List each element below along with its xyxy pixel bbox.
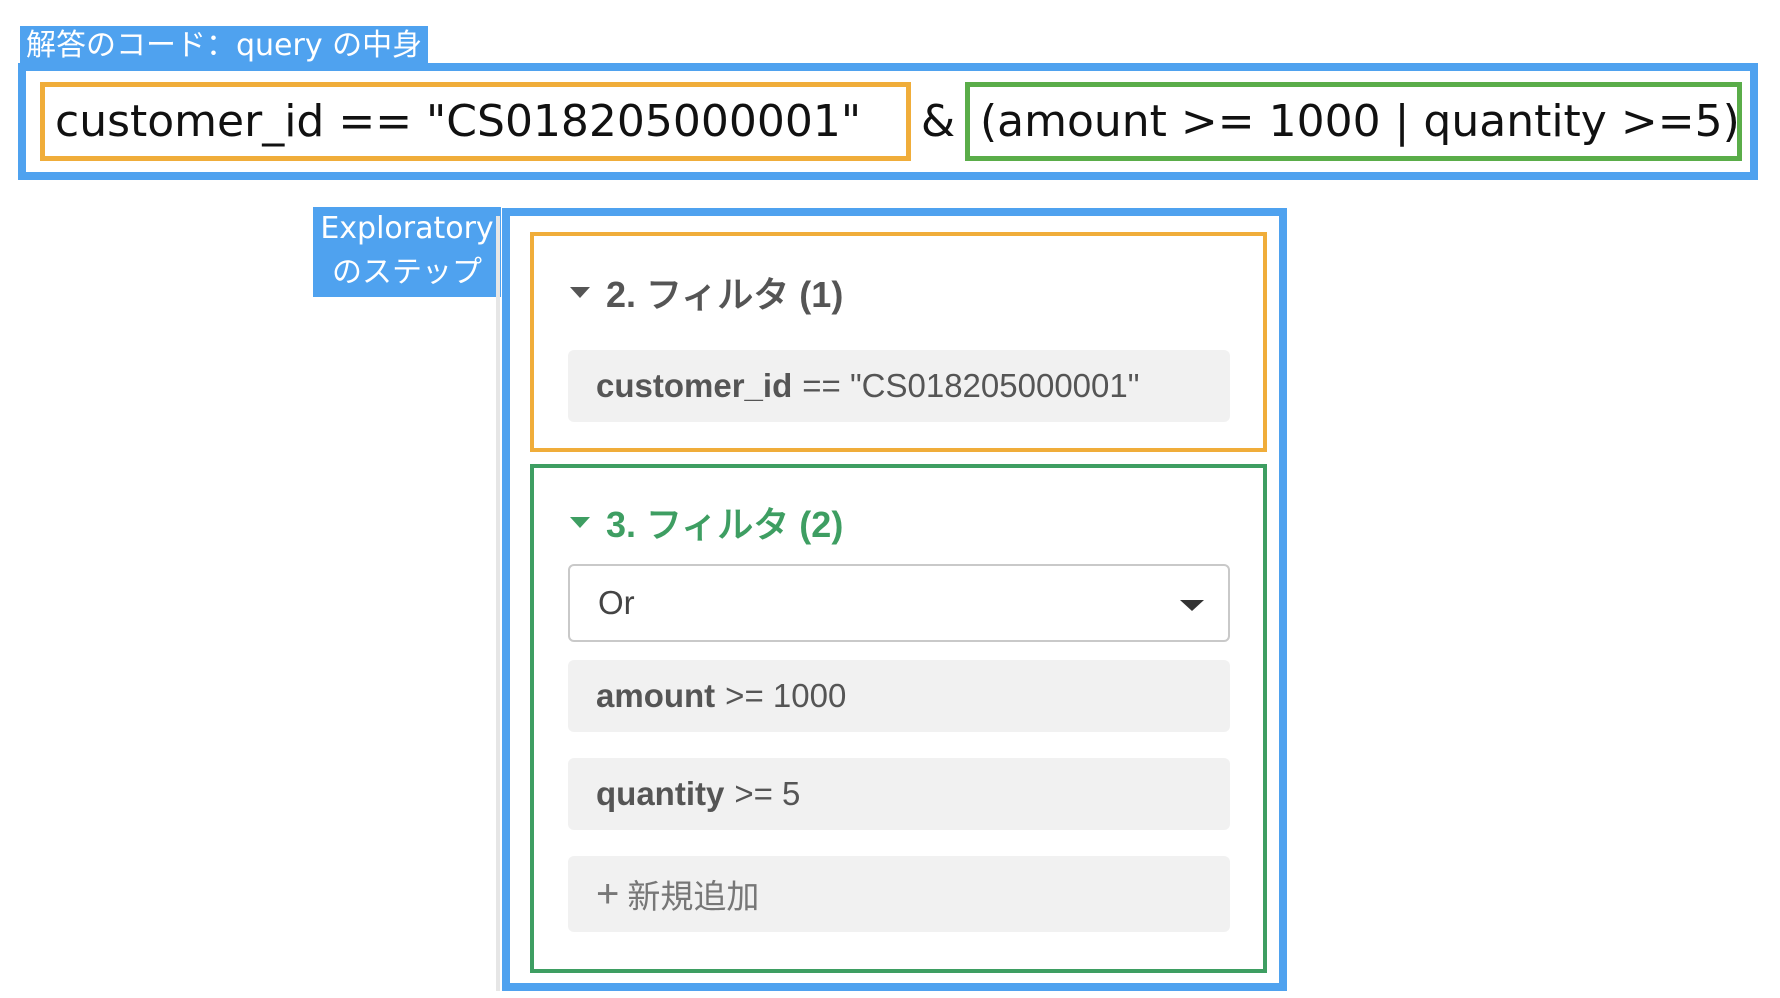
code-caption-label: 解答のコード：query の中身 [20, 26, 429, 66]
collapse-caret-icon[interactable] [570, 516, 590, 528]
steps-panel-edge [496, 216, 500, 991]
code-part-or-filter: (amount >= 1000 | quantity >=5) [965, 82, 1742, 161]
logic-operator-value: Or [598, 584, 635, 621]
condition-field: customer_id [596, 367, 793, 404]
query-code-line: customer_id == "CS018205000001" & (amoun… [26, 71, 1750, 172]
logic-operator-select[interactable]: Or [568, 564, 1230, 642]
condition-expression: >= 1000 [725, 677, 847, 714]
query-code-panel: customer_id == "CS018205000001" & (amoun… [18, 63, 1758, 180]
steps-caption-line2: のステップ [332, 255, 482, 290]
code-and-operator: & [920, 96, 956, 147]
steps-caption-line1: Exploratory [320, 211, 494, 246]
condition-expression: == "CS018205000001" [802, 367, 1140, 404]
step-filter-1: 2. フィルタ (1) customer_id == "CS0182050000… [530, 232, 1267, 452]
step-filter-1-header[interactable]: 2. フィルタ (1) [570, 266, 843, 318]
code-part-customer-text: customer_id == "CS018205000001" [55, 96, 862, 147]
filter-condition-customer-id[interactable]: customer_id == "CS018205000001" [568, 350, 1230, 422]
step-filter-2-title: 3. フィルタ (2) [606, 504, 844, 545]
plus-icon: + [596, 871, 620, 916]
steps-caption-label: Exploratory のステップ [313, 207, 501, 297]
condition-expression: >= 5 [734, 775, 801, 812]
dropdown-caret-icon[interactable] [1180, 600, 1204, 611]
step-filter-1-title: 2. フィルタ (1) [606, 274, 844, 315]
exploratory-steps-panel: 2. フィルタ (1) customer_id == "CS0182050000… [502, 208, 1287, 991]
condition-field: quantity [596, 775, 725, 812]
add-condition-label: 新規追加 [627, 878, 760, 915]
filter-condition-quantity[interactable]: quantity >= 5 [568, 758, 1230, 830]
code-part-customer-filter: customer_id == "CS018205000001" [40, 82, 911, 161]
filter-condition-amount[interactable]: amount >= 1000 [568, 660, 1230, 732]
code-part-or-text: (amount >= 1000 | quantity >=5) [980, 96, 1740, 147]
step-filter-2-header[interactable]: 3. フィルタ (2) [570, 496, 843, 548]
add-condition-button[interactable]: + 新規追加 [568, 856, 1230, 932]
collapse-caret-icon[interactable] [570, 286, 590, 298]
step-filter-2: 3. フィルタ (2) Or amount >= 1000 quantity >… [530, 464, 1267, 973]
condition-field: amount [596, 677, 716, 714]
